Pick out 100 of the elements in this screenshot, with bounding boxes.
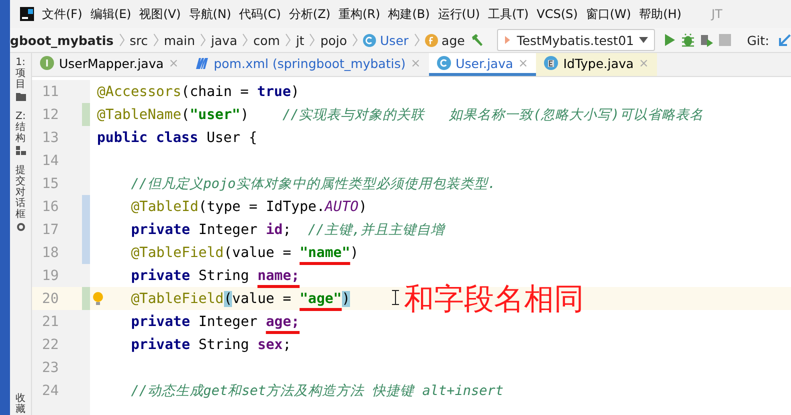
breadcrumb-item[interactable]: gboot_mybatis bbox=[10, 32, 114, 48]
code-token: //但凡定义pojo实体对象中的属性类型必须使用包装类型. bbox=[131, 176, 496, 192]
breadcrumb-item[interactable]: age bbox=[424, 32, 465, 48]
chevron-icon bbox=[284, 33, 291, 47]
annotation-text: 和字段名相同 bbox=[404, 285, 584, 315]
code-token: ; bbox=[282, 222, 292, 238]
code-token: id bbox=[266, 222, 283, 238]
code-token: ) bbox=[240, 106, 250, 122]
menu-item[interactable]: 帮助(H) bbox=[639, 6, 682, 22]
breadcrumb-item[interactable]: src bbox=[130, 32, 148, 48]
chevron-icon bbox=[242, 33, 248, 47]
breadcrumb-item[interactable]: pojo bbox=[320, 32, 348, 48]
code-token: ( bbox=[181, 106, 190, 122]
change-marker[interactable] bbox=[82, 195, 90, 218]
menu-item[interactable]: VCS(S) bbox=[536, 7, 578, 21]
line-number: 12 bbox=[41, 106, 60, 122]
editor-tab[interactable]: pom.xml (springboot_mybatis) × bbox=[186, 53, 429, 76]
line-number: 24 bbox=[41, 382, 60, 398]
breadcrumb-item[interactable]: java bbox=[211, 32, 238, 48]
code-token: private bbox=[131, 336, 192, 352]
menu-item[interactable]: 视图(V) bbox=[139, 6, 181, 22]
menu-item[interactable]: 分析(Z) bbox=[288, 6, 330, 22]
breadcrumb-item[interactable]: User bbox=[363, 32, 409, 48]
code-token: @Accessors bbox=[97, 84, 182, 100]
change-marker[interactable] bbox=[82, 241, 90, 264]
editor-tab[interactable]: IdType.java × bbox=[536, 53, 657, 76]
menu-item[interactable]: 运行(U) bbox=[438, 6, 480, 22]
code-token: ) bbox=[358, 198, 368, 214]
tool-window-button[interactable]: 收藏 bbox=[16, 393, 26, 415]
code-token: age; bbox=[266, 314, 300, 330]
line-number: 14 bbox=[41, 152, 60, 168]
code-token: ) bbox=[342, 290, 350, 306]
breadcrumb-item[interactable]: com bbox=[253, 32, 280, 48]
coverage-icon[interactable] bbox=[700, 33, 714, 47]
maven-icon bbox=[194, 56, 209, 70]
git-label: Git: bbox=[747, 32, 770, 48]
code-token: @TableName bbox=[97, 106, 182, 122]
code-token: ( bbox=[224, 290, 232, 306]
code-token: //实现表与对象的关联 如果名称一致(忽略大小写)可以省略表名 bbox=[282, 106, 704, 122]
tool-window-button[interactable]: 1: 项目 bbox=[16, 57, 26, 101]
line-number: 16 bbox=[41, 198, 60, 214]
code-token: ; bbox=[282, 336, 292, 352]
code-token: String bbox=[198, 268, 250, 284]
class-icon bbox=[436, 56, 451, 70]
structure-icon bbox=[16, 146, 26, 155]
code-token: (type = IdType. bbox=[198, 198, 325, 214]
update-arrow-icon[interactable] bbox=[778, 33, 791, 47]
code-token: name; bbox=[257, 268, 300, 284]
code-token: "name" bbox=[300, 244, 350, 260]
folder-icon bbox=[16, 92, 26, 101]
code-token: (chain = bbox=[181, 84, 250, 100]
code-token: Integer bbox=[198, 314, 258, 330]
menu-item[interactable]: 编辑(E) bbox=[90, 6, 132, 22]
code-token: //主键,并且主键自增 bbox=[308, 222, 444, 238]
field-icon bbox=[424, 34, 438, 46]
line-number: 11 bbox=[41, 84, 60, 100]
code-token: String bbox=[198, 336, 250, 352]
chevron-icon bbox=[414, 33, 420, 47]
menu-item[interactable]: 重构(R) bbox=[338, 6, 380, 22]
code-token: User { bbox=[206, 130, 258, 146]
line-number: 17 bbox=[41, 222, 60, 238]
run-configuration-dropdown[interactable]: TestMybatis.test01 bbox=[496, 29, 655, 51]
menu-item[interactable]: 工具(T) bbox=[488, 6, 529, 22]
run-config-icon bbox=[504, 35, 512, 45]
lightbulb-icon[interactable] bbox=[92, 292, 102, 306]
code-token: "user" bbox=[190, 106, 240, 122]
change-marker[interactable] bbox=[82, 103, 90, 126]
tool-window-button[interactable]: 提交对话框 bbox=[16, 165, 26, 232]
code-token: @TableId bbox=[131, 198, 198, 214]
menu-item[interactable]: 文件(F) bbox=[42, 6, 82, 22]
line-number: 22 bbox=[41, 336, 60, 352]
menu-item[interactable]: 导航(N) bbox=[188, 6, 232, 22]
chevron-icon bbox=[152, 33, 159, 47]
commit-icon bbox=[16, 222, 26, 232]
breadcrumb-item[interactable]: jt bbox=[296, 32, 304, 48]
class-icon bbox=[363, 34, 376, 46]
editor-tab[interactable]: User.java × bbox=[428, 53, 536, 76]
code-token: //动态生成get和set方法及构造方法 快捷键 alt+insert bbox=[131, 382, 504, 398]
chevron-icon bbox=[309, 33, 316, 47]
line-number: 23 bbox=[41, 360, 60, 376]
tool-window-button[interactable]: Z: 结构 bbox=[16, 111, 26, 155]
code-token: @TableField bbox=[131, 290, 224, 306]
line-number: 21 bbox=[41, 314, 60, 330]
change-marker[interactable] bbox=[82, 287, 90, 310]
code-token: sex bbox=[257, 336, 283, 352]
menu-item[interactable]: 构建(B) bbox=[388, 6, 430, 22]
debug-icon[interactable] bbox=[681, 33, 695, 47]
code-token: true bbox=[257, 84, 291, 100]
line-number: 20 bbox=[41, 290, 60, 306]
editor-tab[interactable]: UserMapper.java × bbox=[32, 53, 187, 76]
interface-icon bbox=[40, 56, 54, 70]
run-icon[interactable] bbox=[664, 33, 676, 47]
line-number: 18 bbox=[41, 244, 60, 260]
menu-item[interactable]: 代码(C) bbox=[239, 6, 281, 22]
menu-item[interactable]: 窗口(W) bbox=[586, 6, 632, 22]
code-token: "age" bbox=[300, 290, 342, 306]
breadcrumb-item[interactable]: main bbox=[164, 32, 196, 48]
code-token: (value = bbox=[224, 244, 292, 260]
chevron-icon bbox=[200, 33, 206, 47]
chevron-icon bbox=[352, 33, 358, 47]
